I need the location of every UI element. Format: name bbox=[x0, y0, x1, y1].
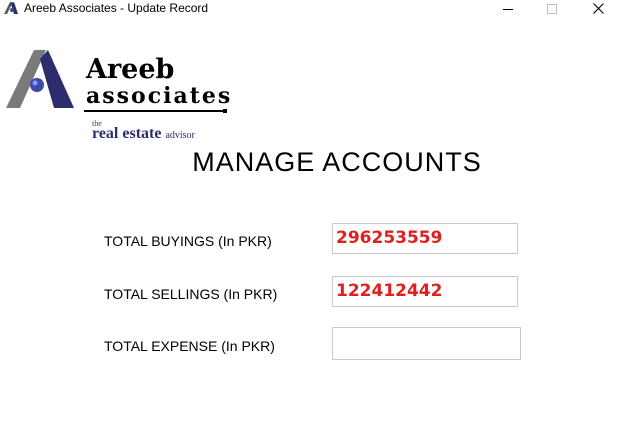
window-title: Areeb Associates - Update Record bbox=[24, 1, 209, 15]
close-button[interactable] bbox=[575, 0, 621, 17]
total-expense-field[interactable] bbox=[332, 327, 521, 360]
minimize-button[interactable] bbox=[485, 0, 531, 17]
logo-underline bbox=[84, 110, 225, 112]
tagline-main: real estate bbox=[92, 125, 162, 142]
page-title: MANAGE ACCOUNTS bbox=[192, 147, 482, 177]
total-sellings-field[interactable]: 122412442 bbox=[332, 276, 518, 307]
minimize-icon bbox=[503, 8, 513, 10]
tagline-advisor: advisor bbox=[165, 130, 195, 141]
maximize-icon bbox=[547, 3, 557, 14]
logo-word-associates: associates bbox=[86, 83, 233, 109]
total-buyings-field[interactable]: 296253559 bbox=[332, 223, 518, 254]
tagline: real estate advisor bbox=[92, 125, 195, 145]
close-icon bbox=[592, 3, 604, 14]
app-logo-icon bbox=[3, 1, 19, 15]
total-sellings-label: TOTAL SELLINGS (In PKR) bbox=[104, 286, 278, 302]
logo-a-mark-icon bbox=[6, 50, 74, 108]
title-bar: Areeb Associates - Update Record bbox=[0, 0, 621, 17]
logo-word-areeb: Areeb bbox=[86, 54, 175, 85]
logo-dot bbox=[223, 109, 227, 113]
total-expense-label: TOTAL EXPENSE (In PKR) bbox=[104, 338, 275, 354]
total-buyings-label: TOTAL BUYINGS (In PKR) bbox=[104, 233, 272, 249]
maximize-button[interactable] bbox=[529, 0, 575, 17]
